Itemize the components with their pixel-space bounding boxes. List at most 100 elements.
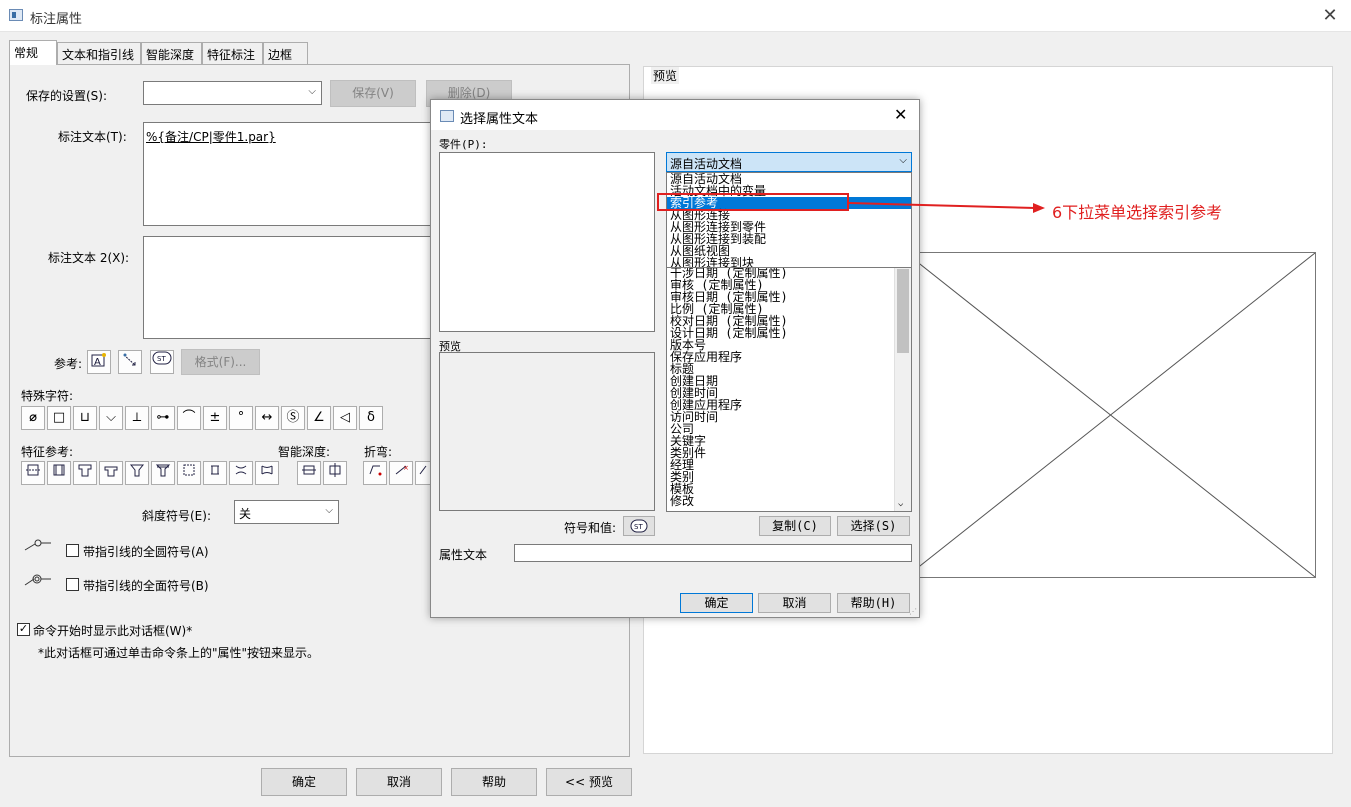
tab-smart-depth[interactable]: 智能深度 (141, 42, 202, 64)
scroll-down-icon[interactable]: ⌵ (898, 499, 903, 509)
symbol-value-icon[interactable]: ST (150, 350, 174, 374)
symbol-value-button[interactable]: ST (623, 516, 655, 536)
ok-button[interactable]: 确定 (261, 768, 347, 796)
dialog-preview-box (439, 352, 655, 511)
close-icon[interactable]: ✕ (1319, 5, 1341, 26)
source-dropdown[interactable]: 源自活动文档 活动文档中的变量 索引参考 从图形连接 从图形连接到零件 从图形连接到装配从… (666, 172, 912, 268)
tab-text-leader[interactable]: 文本和指引线 (57, 42, 141, 64)
countersink-feature-icon[interactable] (125, 461, 149, 485)
all-over-leader-icon (24, 574, 51, 586)
smart-depth-1-icon[interactable] (297, 461, 321, 485)
feature-ref-label: 特征参考: (21, 445, 74, 459)
tab-feature-callout[interactable]: 特征标注 (202, 42, 263, 64)
annotation-arrow (849, 202, 1045, 213)
tab-general[interactable]: 常规 (9, 40, 57, 65)
dialog-note: *此对话框可通过单击命令条上的"属性"按钮来显示。 (38, 646, 320, 660)
all-around-checkbox[interactable] (66, 544, 79, 557)
depth-icon[interactable]: ⟂ (125, 406, 149, 430)
all-over-label: 带指引线的全面符号(B) (83, 579, 209, 593)
scrollbar-thumb[interactable] (897, 269, 909, 353)
angle-icon[interactable]: ∠ (307, 406, 331, 430)
callout-text2-field[interactable] (143, 236, 433, 339)
degree-icon[interactable]: ° (229, 406, 253, 430)
spotface-feature-icon[interactable] (99, 461, 123, 485)
hole-feature-icon[interactable] (21, 461, 45, 485)
format-button[interactable]: 格式(F)... (181, 349, 260, 375)
saved-settings-label: 保存的设置(S): (26, 89, 108, 103)
dialog-ok-button[interactable]: 确定 (680, 593, 753, 613)
origin-icon[interactable]: ⊶ (151, 406, 175, 430)
property-list-item[interactable]: 修改 (667, 495, 911, 507)
property-list-item[interactable]: 访问时间 (667, 411, 911, 423)
property-list-item[interactable]: 经理 (667, 459, 911, 471)
preview-label: 预览 (651, 67, 680, 84)
blind-hole-feature-icon[interactable] (229, 461, 253, 485)
counterbore-feature-icon[interactable] (73, 461, 97, 485)
all-around-leader-icon (24, 539, 51, 551)
preview-toggle-button[interactable]: << 预览 (546, 768, 632, 796)
source-select[interactable]: 源自活动文档 ⌵ (666, 152, 912, 172)
smart-depth-label: 智能深度: (278, 445, 331, 459)
part-label: 零件(P): (439, 138, 488, 151)
between-icon[interactable]: ↔ (255, 406, 279, 430)
diameter-icon[interactable]: ⌀ (21, 406, 45, 430)
dialog-window-icon (440, 110, 454, 122)
bevel-symbol-label: 斜度符号(E): (142, 509, 211, 523)
saved-settings-combo[interactable]: ⌵ (143, 81, 322, 105)
bevel-symbol-select[interactable]: 关 ⌵ (234, 500, 339, 524)
property-list-item[interactable]: 模板 (667, 483, 911, 495)
bend-1-icon[interactable] (363, 461, 387, 485)
help-button[interactable]: 帮助 (451, 768, 537, 796)
save-button[interactable]: 保存(V) (330, 80, 416, 107)
show-dialog-label: 命令开始时显示此对话框(W)* (33, 624, 193, 638)
attr-text-input[interactable] (514, 544, 912, 562)
title-bar: 标注属性 ✕ (0, 0, 1351, 32)
attr-text-label: 属性文本 (439, 548, 488, 562)
plus-minus-icon[interactable]: ± (203, 406, 227, 430)
slot-feature-icon[interactable] (177, 461, 201, 485)
square-icon[interactable]: □ (47, 406, 71, 430)
dialog-title: 选择属性文本 (460, 112, 539, 127)
callout-text-field[interactable]: %{备注/CP|零件1.par} (143, 122, 433, 226)
delta-icon[interactable]: δ (359, 406, 383, 430)
svg-text:A: A (94, 357, 101, 368)
statistical-icon[interactable]: Ⓢ (281, 406, 305, 430)
property-list-item[interactable]: 类别 (667, 471, 911, 483)
symbol-value-label: 符号和值: (564, 521, 617, 535)
dialog-close-icon[interactable]: ✕ (894, 105, 907, 124)
all-over-checkbox[interactable] (66, 578, 79, 591)
part-list[interactable] (439, 152, 655, 332)
counterdrill-feature-icon[interactable] (151, 461, 175, 485)
taper-hole-feature-icon[interactable] (203, 461, 227, 485)
source-option[interactable]: 从图形连接到块 (667, 257, 911, 267)
symbol-value-icon: ST (630, 519, 648, 533)
dialog-cancel-button[interactable]: 取消 (758, 593, 831, 613)
property-list-item[interactable]: 类别件 (667, 447, 911, 459)
select-button[interactable]: 选择(S) (837, 516, 910, 536)
countersink-icon[interactable]: ⌵ (99, 406, 123, 430)
dialog-help-button[interactable]: 帮助(H) (837, 593, 910, 613)
tab-border[interactable]: 边框 (263, 42, 308, 64)
cancel-button[interactable]: 取消 (356, 768, 442, 796)
property-list-item[interactable]: 保存应用程序 (667, 351, 911, 363)
insert-property-icon[interactable]: A (87, 350, 111, 374)
through-hole-feature-icon[interactable] (255, 461, 279, 485)
thread-feature-icon[interactable] (47, 461, 71, 485)
preview-canvas (905, 252, 1316, 578)
bevel-symbol-value: 关 (239, 507, 252, 521)
copy-button[interactable]: 复制(C) (759, 516, 831, 536)
callout-text-value: %{备注/CP|零件1.par} (146, 130, 276, 144)
arc-icon[interactable]: ⌒ (177, 406, 201, 430)
insert-reference-icon[interactable] (118, 350, 142, 374)
counterbore-icon[interactable]: ⊔ (73, 406, 97, 430)
show-dialog-checkbox[interactable]: ✓ (17, 623, 30, 636)
taper-icon[interactable]: ◁ (333, 406, 357, 430)
smart-depth-2-icon[interactable] (323, 461, 347, 485)
resize-grip-icon[interactable]: ⋰ (909, 607, 917, 616)
bend-2-icon[interactable]: × (389, 461, 413, 485)
callout-text-label: 标注文本(T): (58, 130, 127, 144)
reference-label: 参考: (54, 357, 83, 371)
property-list-items: 干涉日期 (定制属性) 审核 (定制属性) 审核日期 (定制属性) 比例 (定制属性)… (667, 267, 911, 507)
source-value: 源自活动文档 (670, 157, 743, 171)
annotation-text: 6下拉菜单选择索引参考 (1052, 203, 1223, 222)
